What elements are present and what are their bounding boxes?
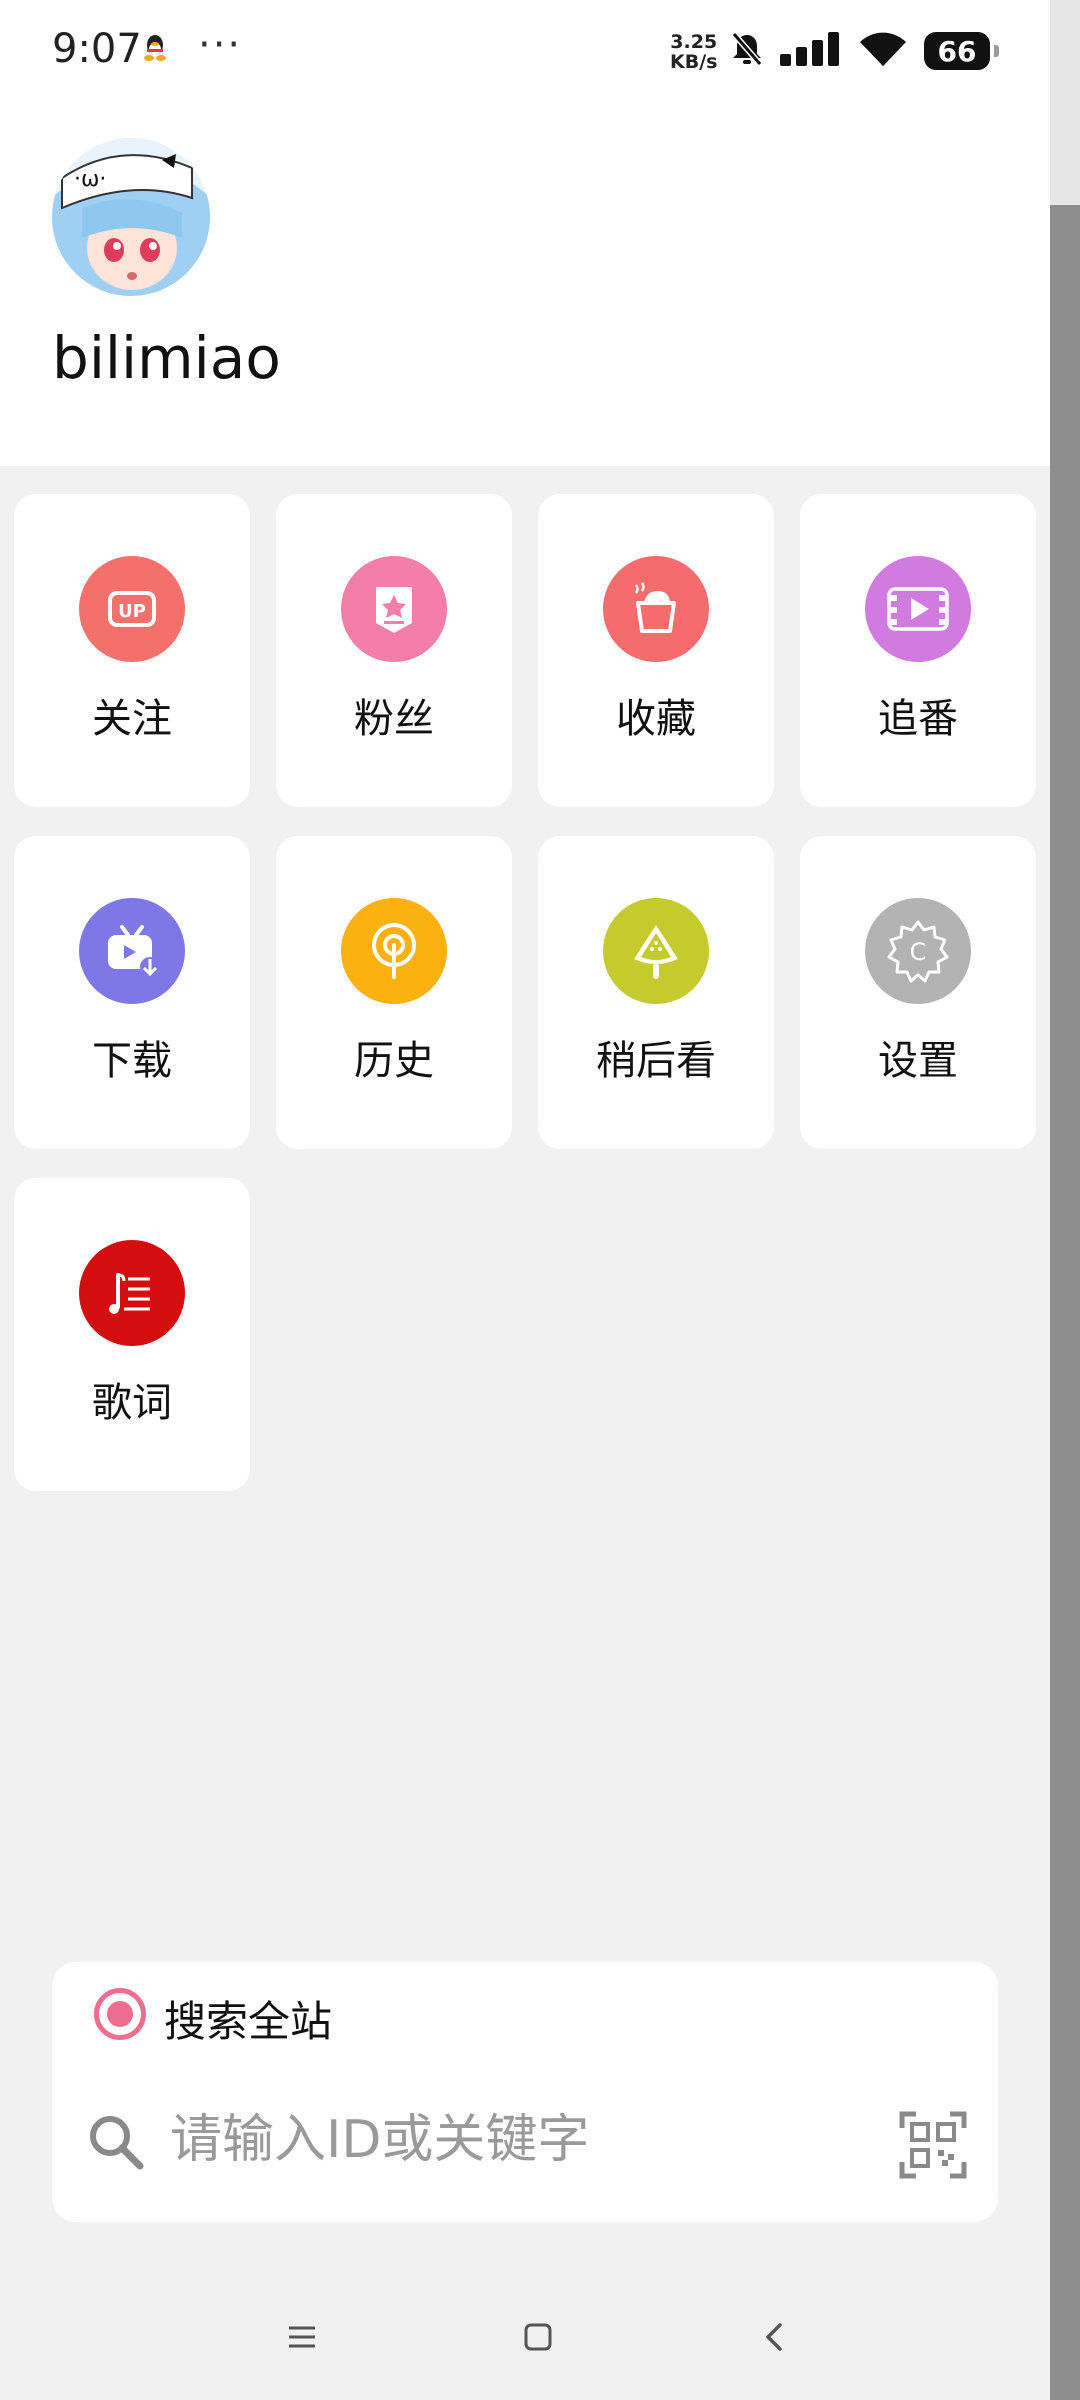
history-lollipop-icon — [341, 898, 447, 1004]
menu-lines-icon[interactable] — [272, 2312, 332, 2362]
menu-item-watch-later[interactable]: 稍后看 — [538, 836, 774, 1149]
bangumi-film-icon — [865, 556, 971, 662]
mute-bell-icon — [730, 31, 764, 71]
menu-item-download[interactable]: 下载 — [14, 836, 250, 1149]
menu-item-label: 设置 — [878, 1038, 958, 1084]
menu-item-label: 下载 — [92, 1038, 172, 1084]
svg-text:UP: UP — [118, 601, 146, 622]
navigation-drawer: 9:07 ··· 3.25 KB/s 66 ·ω· bilimiao UP 关注… — [0, 0, 1050, 2400]
menu-item-settings[interactable]: C 设置 — [800, 836, 1036, 1149]
menu-item-label: 关注 — [92, 696, 172, 742]
qr-scan-icon[interactable] — [898, 2110, 968, 2184]
menu-item-label: 历史 — [354, 1038, 434, 1084]
search-icon — [84, 2110, 148, 2178]
status-icons: 66 — [730, 30, 999, 72]
favorite-cup-icon — [603, 556, 709, 662]
menu-item-label: 粉丝 — [354, 696, 434, 742]
download-tv-icon — [79, 898, 185, 1004]
search-input[interactable] — [170, 2098, 910, 2182]
status-bar: 9:07 ··· 3.25 KB/s 66 — [0, 0, 1050, 104]
menu-item-favorites[interactable]: 收藏 — [538, 494, 774, 807]
svg-text:·ω·: ·ω· — [74, 167, 106, 192]
search-scope-radio[interactable] — [94, 1988, 146, 2040]
background-scrim — [1050, 0, 1080, 2400]
settings-gear-icon: C — [865, 898, 971, 1004]
watch-later-watermelon-icon — [603, 898, 709, 1004]
back-chevron-icon[interactable] — [744, 2312, 804, 2362]
system-nav-bar — [0, 2290, 1050, 2380]
up-follow-icon: UP — [79, 556, 185, 662]
status-time: 9:07 — [52, 26, 142, 72]
menu-item-label: 歌词 — [92, 1380, 172, 1426]
menu-item-fans[interactable]: 粉丝 — [276, 494, 512, 807]
menu-item-follow[interactable]: UP 关注 — [14, 494, 250, 807]
profile-header[interactable]: ·ω· bilimiao — [0, 104, 1050, 466]
avatar[interactable]: ·ω· — [52, 138, 210, 296]
qq-icon — [144, 34, 166, 66]
net-speed-unit: KB/s — [670, 51, 718, 73]
menu-item-history[interactable]: 历史 — [276, 836, 512, 1149]
fans-badge-icon — [341, 556, 447, 662]
search-scope-label[interactable]: 搜索全站 — [164, 1988, 332, 2049]
network-speed: 3.25 KB/s — [670, 32, 717, 72]
menu-item-bangumi[interactable]: 追番 — [800, 494, 1036, 807]
menu-item-label: 稍后看 — [596, 1038, 716, 1084]
signal-icon — [780, 32, 842, 70]
menu-item-label: 收藏 — [616, 696, 696, 742]
svg-text:C: C — [910, 938, 927, 966]
menu-item-label: 追番 — [878, 696, 958, 742]
wifi-icon — [858, 30, 908, 72]
more-notifications-icon: ··· — [198, 22, 243, 68]
net-speed-value: 3.25 — [670, 31, 718, 53]
username[interactable]: bilimiao — [52, 324, 281, 392]
lyrics-icon — [79, 1240, 185, 1346]
home-square-icon[interactable] — [508, 2312, 568, 2362]
search-card: 搜索全站 — [52, 1962, 998, 2222]
menu-item-lyrics[interactable]: 歌词 — [14, 1178, 250, 1491]
battery-icon: 66 — [924, 32, 999, 70]
